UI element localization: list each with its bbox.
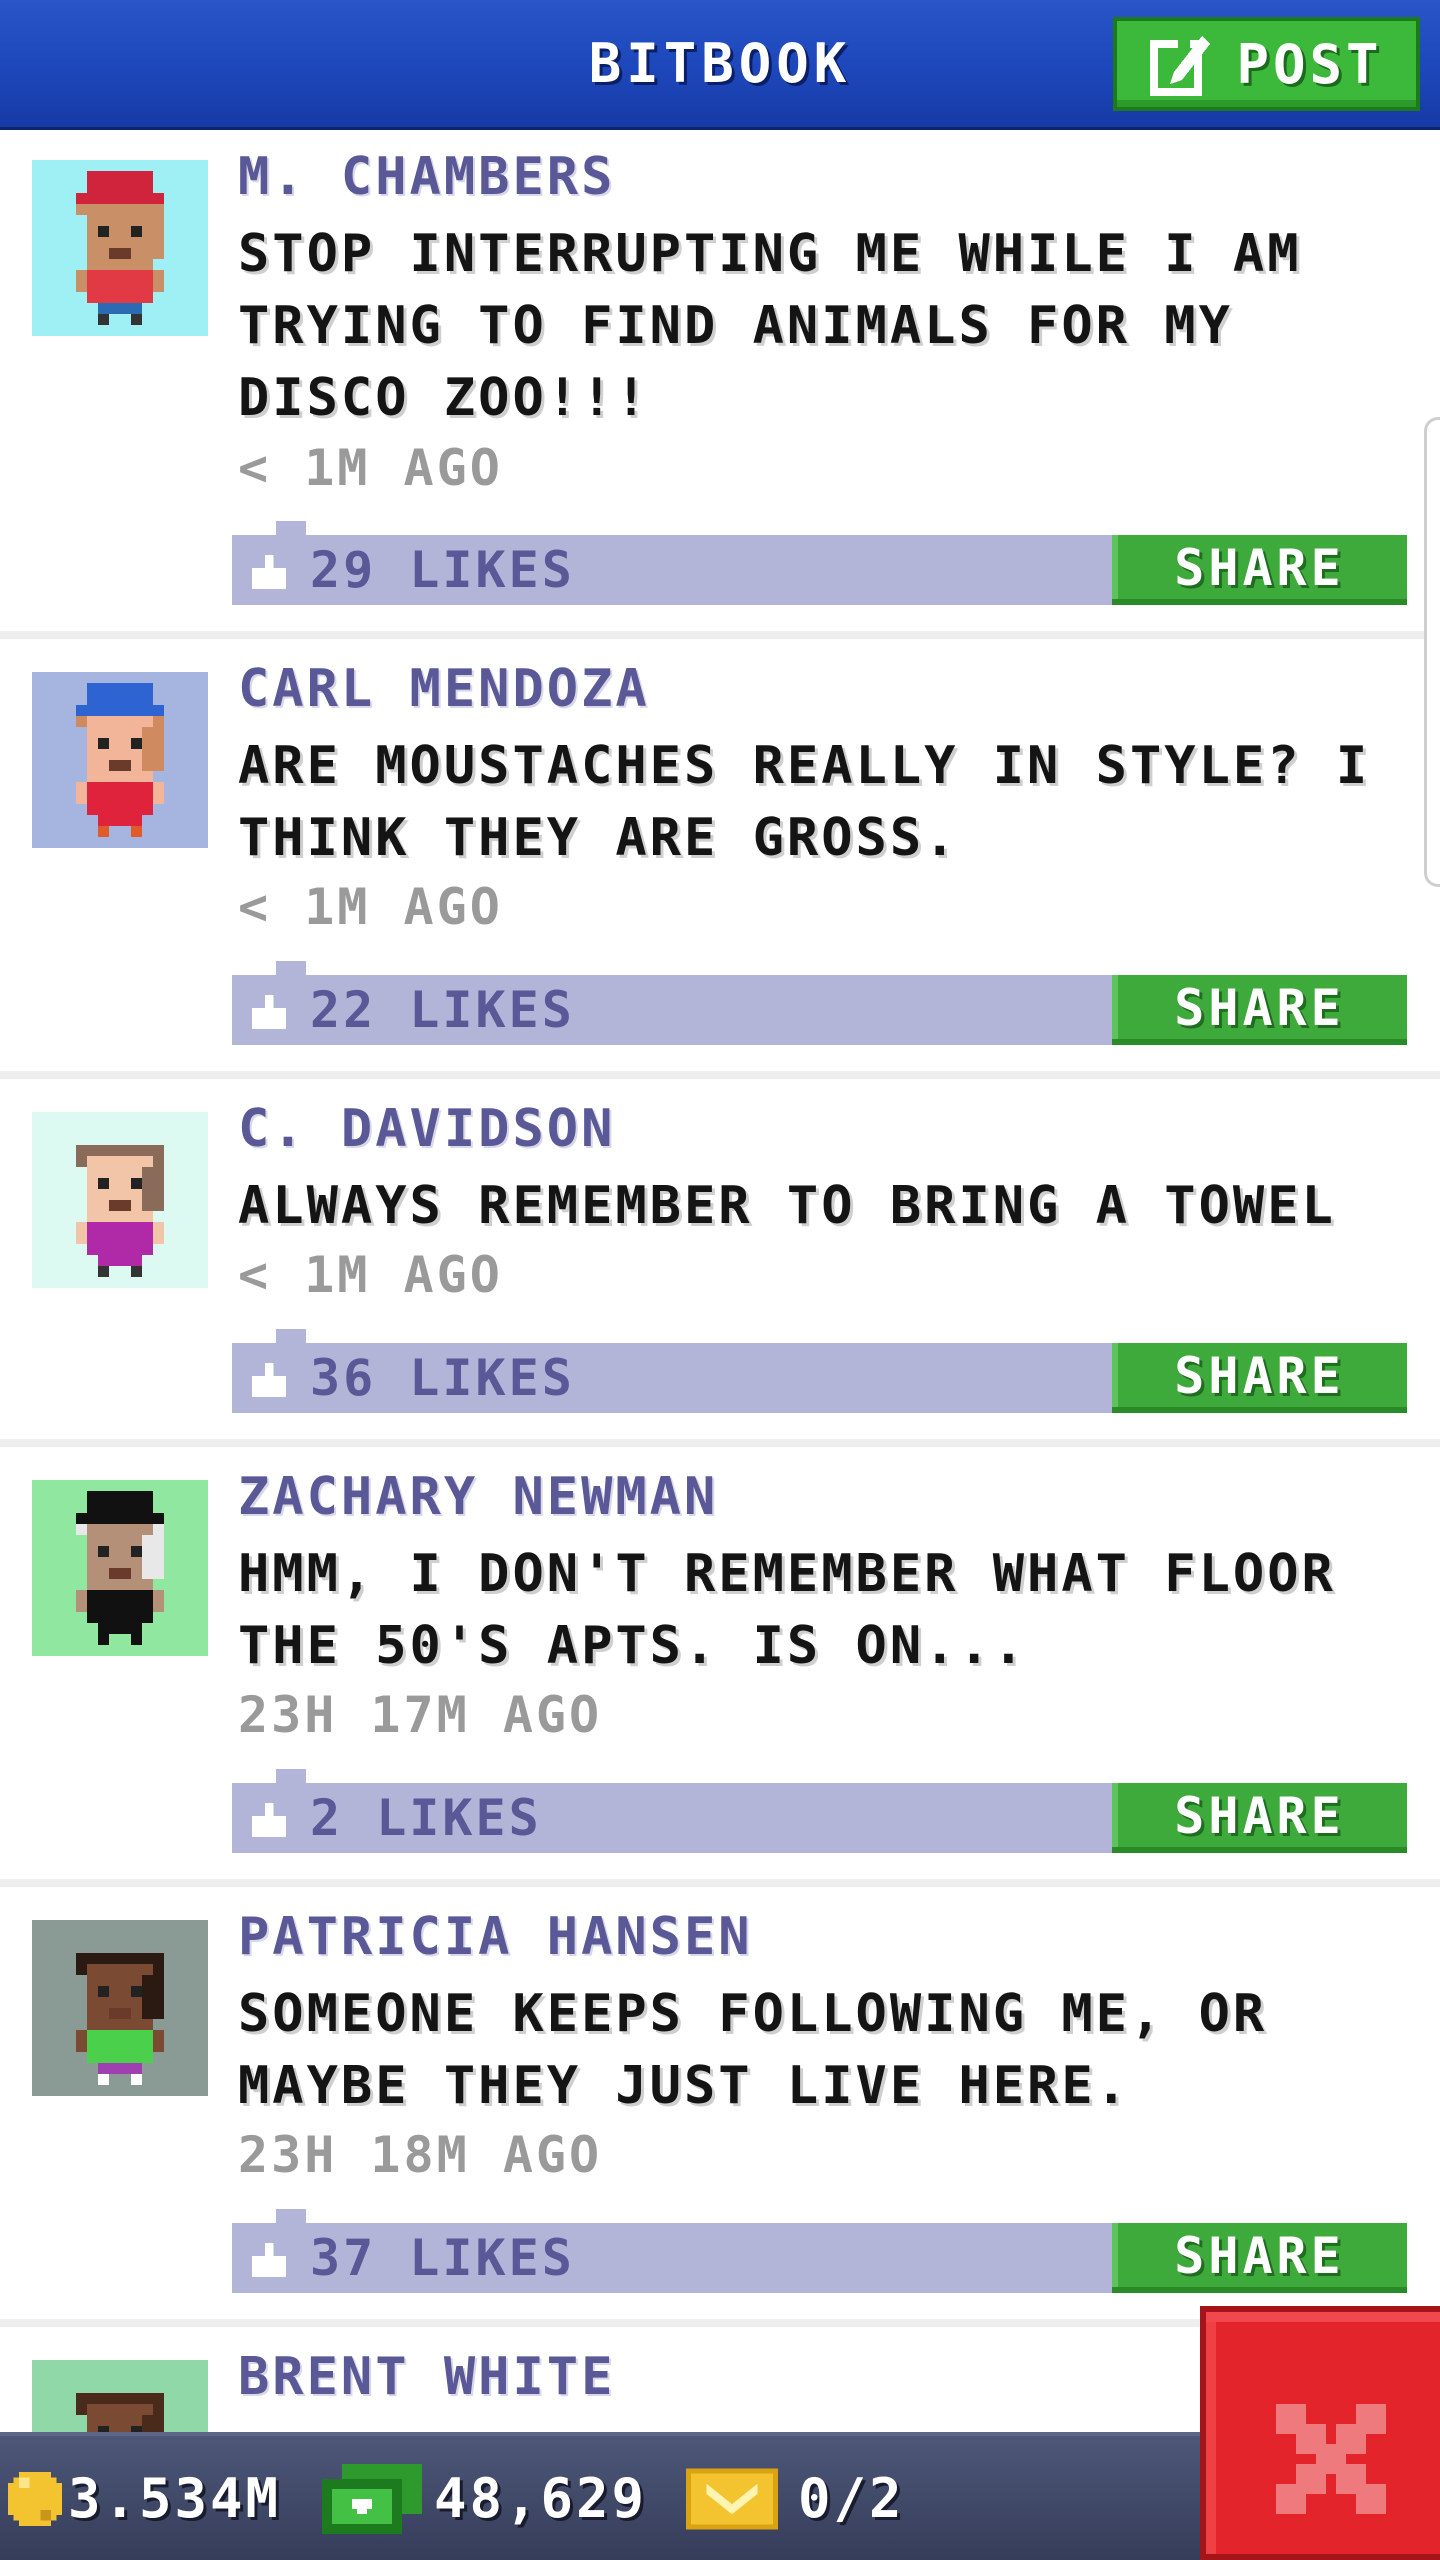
edit-icon — [1150, 36, 1211, 96]
like-bar: 36 LIKES SHARE — [232, 1329, 1407, 1413]
post-author[interactable]: BRENT WHITE — [238, 2347, 615, 2407]
ticket-icon[interactable] — [686, 2468, 778, 2530]
post-message: STOP INTERRUPTING ME WHILE I AM TRYING T… — [238, 224, 1302, 428]
thumbs-up-icon[interactable] — [252, 995, 286, 1029]
bux-balance: 48,629 — [434, 2467, 648, 2530]
share-button[interactable]: SHARE — [1112, 1783, 1407, 1853]
post-time: 23H 17M AGO — [238, 1686, 603, 1744]
share-button[interactable]: SHARE — [1112, 1343, 1407, 1413]
share-button[interactable]: SHARE — [1112, 2223, 1407, 2293]
post-author[interactable]: M. CHAMBERS — [238, 147, 615, 207]
post-author[interactable]: PATRICIA HANSEN — [238, 1907, 753, 1967]
like-bar: 29 LIKES SHARE — [232, 521, 1407, 605]
like-bar-tab — [276, 2209, 306, 2223]
avatar — [32, 1920, 208, 2096]
post-time: < 1M AGO — [238, 1246, 503, 1304]
ticket-count: 0/2 — [798, 2467, 905, 2530]
like-count: 2 LIKES — [310, 1789, 542, 1847]
thumbs-up-icon[interactable] — [252, 2243, 286, 2277]
post-time: 23H 18M AGO — [238, 2126, 603, 2184]
scroll-indicator[interactable] — [1424, 417, 1440, 887]
feed-post: C. DAVIDSON ALWAYS REMEMBER TO BRING A T… — [0, 1079, 1440, 1447]
post-time: < 1M AGO — [238, 878, 503, 936]
app-header: BITBOOK POST — [0, 0, 1440, 130]
thumbs-up-icon[interactable] — [252, 1363, 286, 1397]
like-bar: 22 LIKES SHARE — [232, 961, 1407, 1045]
post-author[interactable]: ZACHARY NEWMAN — [238, 1467, 718, 1527]
post-message: SOMEONE KEEPS FOLLOWING ME, OR MAYBE THE… — [238, 1984, 1268, 2116]
bux-icon[interactable] — [322, 2464, 422, 2534]
coin-balance: 3.534M — [68, 2467, 282, 2530]
coin-icon — [8, 2472, 62, 2526]
avatar — [32, 160, 208, 336]
post-message: HMM, I DON'T REMEMBER WHAT FLOOR THE 50'… — [238, 1544, 1336, 1676]
avatar — [32, 1480, 208, 1656]
post-time: < 1M AGO — [238, 439, 503, 497]
post-author[interactable]: CARL MENDOZA — [238, 659, 650, 719]
thumbs-up-icon[interactable] — [252, 555, 286, 589]
post-button[interactable]: POST — [1113, 17, 1420, 111]
like-bar: 37 LIKES SHARE — [232, 2209, 1407, 2293]
feed-post: ZACHARY NEWMAN HMM, I DON'T REMEMBER WHA… — [0, 1447, 1440, 1887]
avatar — [32, 2360, 208, 2432]
share-button[interactable]: SHARE — [1112, 535, 1407, 605]
post-message: ALWAYS REMEMBER TO BRING A TOWEL — [238, 1176, 1336, 1236]
feed-post: M. CHAMBERS STOP INTERRUPTING ME WHILE I… — [0, 127, 1440, 639]
thumbs-up-icon[interactable] — [252, 1803, 286, 1837]
feed-post: PATRICIA HANSEN SOMEONE KEEPS FOLLOWING … — [0, 1887, 1440, 2327]
like-count: 22 LIKES — [310, 981, 575, 1039]
post-button-label: POST — [1236, 32, 1383, 96]
feed-post: CARL MENDOZA ARE MOUSTACHES REALLY IN ST… — [0, 639, 1440, 1079]
like-bar-tab — [276, 521, 306, 535]
like-count: 36 LIKES — [310, 1349, 575, 1407]
like-bar-tab — [276, 961, 306, 975]
post-author[interactable]: C. DAVIDSON — [238, 1099, 615, 1159]
news-feed[interactable]: M. CHAMBERS STOP INTERRUPTING ME WHILE I… — [0, 127, 1440, 2432]
like-count: 37 LIKES — [310, 2229, 575, 2287]
avatar — [32, 1112, 208, 1288]
like-bar: 2 LIKES SHARE — [232, 1769, 1407, 1853]
like-bar-tab — [276, 1769, 306, 1783]
post-message: ARE MOUSTACHES REALLY IN STYLE? I THINK … — [238, 736, 1371, 868]
close-button[interactable] — [1200, 2306, 1440, 2560]
close-icon — [1276, 2404, 1386, 2514]
avatar — [32, 672, 208, 848]
share-button[interactable]: SHARE — [1112, 975, 1407, 1045]
like-bar-tab — [276, 1329, 306, 1343]
like-count: 29 LIKES — [310, 541, 575, 599]
